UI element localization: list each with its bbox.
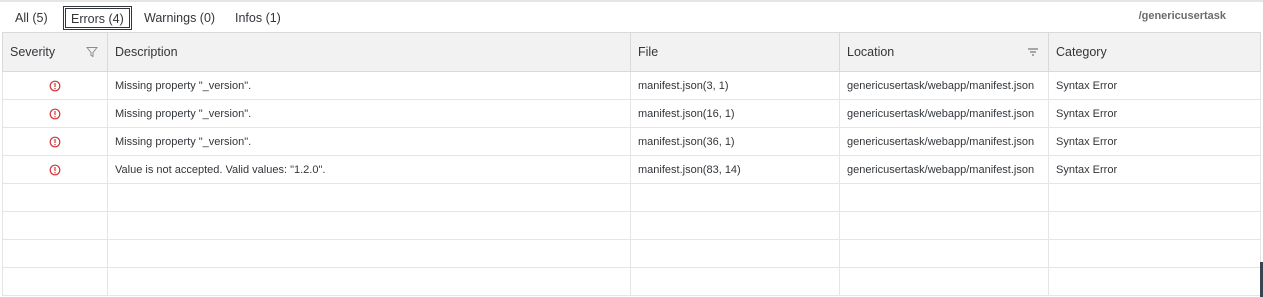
location-cell: genericusertask/webapp/manifest.json: [839, 99, 1049, 128]
location-cell: genericusertask/webapp/manifest.json: [839, 127, 1049, 156]
column-label-location: Location: [847, 45, 895, 59]
problems-table: Severity Description File Location Categ…: [2, 32, 1261, 296]
empty-cell: [2, 239, 108, 268]
tab-warnings[interactable]: Warnings (0): [144, 8, 215, 28]
empty-cell: [1048, 183, 1261, 212]
column-label-description: Description: [115, 45, 178, 59]
description-cell: Value is not accepted. Valid values: "1.…: [107, 155, 631, 184]
error-icon: [49, 80, 61, 91]
top-divider: [0, 0, 1263, 2]
empty-cell: [839, 239, 1049, 268]
location-cell: genericusertask/webapp/manifest.json: [839, 71, 1049, 100]
empty-cell: [630, 267, 840, 296]
tab-all[interactable]: All (5): [15, 8, 48, 28]
table-row[interactable]: Missing property "_version". manifest.js…: [2, 127, 1261, 156]
file-link[interactable]: manifest.json(36, 1): [630, 127, 840, 156]
empty-cell: [630, 239, 840, 268]
error-icon: [49, 108, 61, 119]
column-label-severity: Severity: [10, 45, 56, 59]
empty-cell: [1048, 211, 1261, 240]
table-row[interactable]: Missing property "_version". manifest.js…: [2, 71, 1261, 100]
tab-errors[interactable]: Errors (4): [63, 6, 132, 30]
table-row[interactable]: Missing property "_version". manifest.js…: [2, 99, 1261, 128]
empty-cell: [1048, 267, 1261, 296]
severity-tabs: All (5) Errors (4) Warnings (0) Infos (1…: [0, 4, 1263, 32]
severity-cell: [2, 127, 108, 156]
empty-cell: [2, 211, 108, 240]
column-header-severity[interactable]: Severity: [2, 32, 108, 72]
severity-cell: [2, 155, 108, 184]
column-header-description[interactable]: Description: [107, 32, 631, 72]
location-cell: genericusertask/webapp/manifest.json: [839, 155, 1049, 184]
category-cell: Syntax Error: [1048, 155, 1261, 184]
file-link[interactable]: manifest.json(3, 1): [630, 71, 840, 100]
category-cell: Syntax Error: [1048, 99, 1261, 128]
column-header-category[interactable]: Category: [1048, 32, 1261, 72]
empty-cell: [839, 211, 1049, 240]
empty-cell: [1048, 239, 1261, 268]
empty-cell: [107, 211, 631, 240]
empty-cell: [2, 267, 108, 296]
file-link[interactable]: manifest.json(83, 14): [630, 155, 840, 184]
table-header-row: Severity Description File Location Categ…: [2, 32, 1261, 72]
empty-cell: [107, 267, 631, 296]
tab-infos[interactable]: Infos (1): [235, 8, 281, 28]
empty-cell: [107, 183, 631, 212]
empty-row: [2, 267, 1261, 296]
empty-cell: [839, 267, 1049, 296]
empty-row: [2, 183, 1261, 212]
filter-icon[interactable]: [86, 46, 98, 58]
severity-cell: [2, 99, 108, 128]
file-link[interactable]: manifest.json(16, 1): [630, 99, 840, 128]
error-icon: [49, 164, 61, 175]
severity-cell: [2, 71, 108, 100]
table-row[interactable]: Value is not accepted. Valid values: "1.…: [2, 155, 1261, 184]
category-cell: Syntax Error: [1048, 127, 1261, 156]
column-label-file: File: [638, 45, 659, 59]
column-header-file[interactable]: File: [630, 32, 840, 72]
empty-cell: [630, 211, 840, 240]
column-header-location[interactable]: Location: [839, 32, 1049, 72]
project-name: /genericusertask: [1138, 10, 1226, 22]
description-cell: Missing property "_version".: [107, 127, 631, 156]
empty-row: [2, 211, 1261, 240]
empty-cell: [630, 183, 840, 212]
sort-icon[interactable]: [1027, 46, 1039, 58]
column-label-category: Category: [1056, 45, 1107, 59]
description-cell: Missing property "_version".: [107, 99, 631, 128]
empty-row: [2, 239, 1261, 268]
category-cell: Syntax Error: [1048, 71, 1261, 100]
empty-cell: [2, 183, 108, 212]
description-cell: Missing property "_version".: [107, 71, 631, 100]
empty-cell: [839, 183, 1049, 212]
error-icon: [49, 136, 61, 147]
empty-cell: [107, 239, 631, 268]
